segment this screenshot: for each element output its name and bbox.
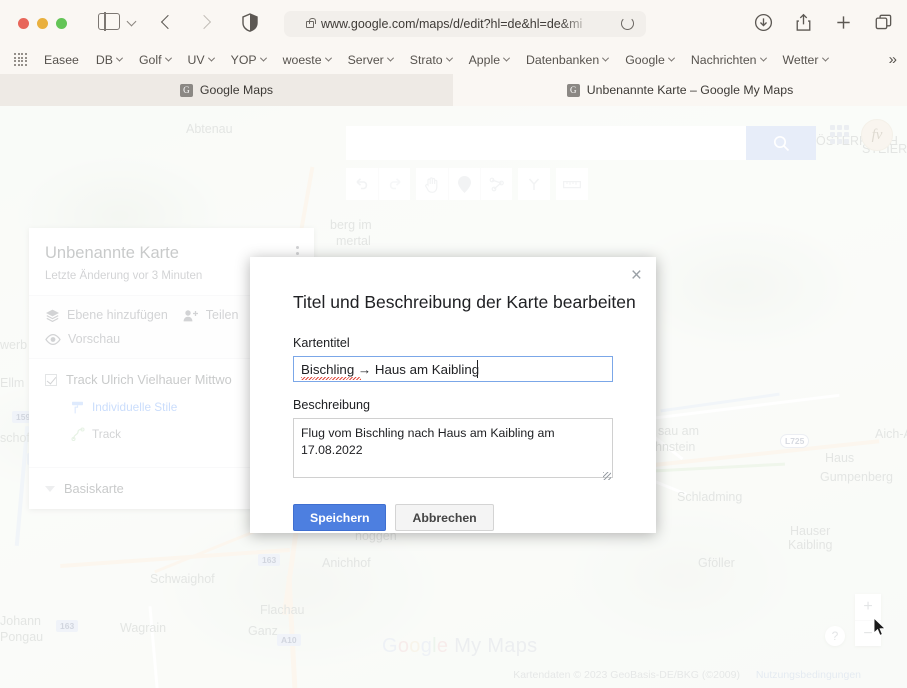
bookmarks-bar: Easee DB Golf UV YOP woeste Server Strat…: [0, 45, 907, 74]
bookmark-label: Wetter: [782, 52, 819, 67]
dialog-body: Kartentitel Beschreibung Speichern Abbre…: [250, 313, 656, 531]
favicon-icon: G: [566, 83, 580, 97]
bookmark-label: Datenbanken: [526, 52, 600, 67]
new-tab-icon[interactable]: [834, 13, 853, 32]
back-arrow-icon[interactable]: [160, 14, 176, 30]
chevron-down-icon: [445, 54, 453, 62]
map-title-input-wrap: [293, 356, 613, 382]
tab-overview-icon[interactable]: [874, 13, 893, 32]
bookmark-label: UV: [187, 52, 205, 67]
minimize-window-button[interactable]: [37, 18, 48, 29]
apps-grid-icon[interactable]: [14, 53, 27, 66]
description-textarea-wrap: [293, 418, 613, 483]
bookmark-label: Google: [625, 52, 665, 67]
window-controls[interactable]: [18, 18, 67, 29]
bookmark-label: Strato: [409, 52, 443, 67]
bookmark-label: woeste: [282, 52, 322, 67]
bookmark-label: DB: [95, 52, 113, 67]
resize-grip-icon[interactable]: [603, 472, 611, 480]
address-bar[interactable]: www.google.com/maps/d/edit?hl=de&hl=de&m…: [284, 11, 646, 37]
cancel-button[interactable]: Abbrechen: [395, 504, 494, 531]
tab-google-maps[interactable]: G Google Maps: [0, 74, 453, 106]
tab-my-maps[interactable]: G Unbenannte Karte – Google My Maps: [453, 74, 907, 106]
share-icon[interactable]: [794, 13, 813, 32]
mouse-cursor: [873, 617, 887, 637]
text-caret: [477, 360, 478, 378]
browser-window: www.google.com/maps/d/edit?hl=de&hl=de&m…: [0, 0, 907, 688]
chevron-down-icon: [667, 54, 675, 62]
maximize-window-button[interactable]: [56, 18, 67, 29]
close-window-button[interactable]: [18, 18, 29, 29]
bookmark-label: YOP: [230, 52, 257, 67]
bookmark-label: Golf: [138, 52, 162, 67]
description-label: Beschreibung: [293, 398, 371, 412]
chevron-down-icon: [207, 54, 215, 62]
description-textarea[interactable]: [293, 418, 613, 478]
bookmark-yop[interactable]: YOP: [230, 52, 267, 67]
save-button[interactable]: Speichern: [293, 504, 387, 531]
chevron-down-icon[interactable]: [126, 16, 137, 27]
forward-arrow-icon[interactable]: [196, 14, 212, 30]
privacy-shield-icon[interactable]: [242, 13, 258, 32]
bookmark-label: Nachrichten: [690, 52, 757, 67]
browser-toolbar: www.google.com/maps/d/edit?hl=de&hl=de&m…: [0, 0, 907, 45]
chevron-down-icon: [759, 54, 767, 62]
chevron-down-icon: [602, 54, 610, 62]
spellcheck-underline: [301, 377, 361, 380]
bookmark-strato[interactable]: Strato: [409, 52, 453, 67]
bookmark-label: Easee: [44, 52, 79, 67]
browser-chrome: www.google.com/maps/d/edit?hl=de&hl=de&m…: [0, 0, 907, 74]
chevron-down-icon: [503, 54, 511, 62]
bookmark-server[interactable]: Server: [347, 52, 394, 67]
chevron-down-icon: [324, 54, 332, 62]
bookmark-label: Apple: [468, 52, 501, 67]
chevron-down-icon: [164, 54, 172, 62]
tab-bar: G Google Maps G Unbenannte Karte – Googl…: [0, 74, 907, 106]
bookmark-apple[interactable]: Apple: [468, 52, 511, 67]
toolbar-right-icons: [754, 13, 893, 32]
bookmark-wetter[interactable]: Wetter: [782, 52, 829, 67]
bookmark-google[interactable]: Google: [625, 52, 675, 67]
bookmarks-overflow-icon[interactable]: »: [889, 51, 897, 68]
bookmark-golf[interactable]: Golf: [138, 52, 172, 67]
bookmark-woeste[interactable]: woeste: [282, 52, 332, 67]
bookmark-uv[interactable]: UV: [187, 52, 215, 67]
bookmark-datenbanken[interactable]: Datenbanken: [526, 52, 610, 67]
chevron-down-icon: [821, 54, 829, 62]
dialog-title: Titel und Beschreibung der Karte bearbei…: [293, 292, 636, 312]
bookmark-easee[interactable]: Easee: [44, 53, 79, 67]
chevron-down-icon: [259, 54, 267, 62]
tab-label: Google Maps: [199, 83, 274, 97]
download-icon[interactable]: [754, 13, 773, 32]
edit-map-title-dialog: × Titel und Beschreibung der Karte bearb…: [250, 257, 656, 533]
chevron-down-icon: [115, 54, 124, 62]
map-title-label: Kartentitel: [293, 336, 350, 350]
bookmark-db[interactable]: DB: [95, 52, 124, 67]
lock-icon: [306, 17, 316, 28]
close-icon[interactable]: ×: [631, 266, 642, 285]
sidebar-toggle-icon[interactable]: [98, 12, 120, 31]
dialog-buttons: Speichern Abbrechen: [293, 504, 613, 531]
bookmark-nachrichten[interactable]: Nachrichten: [690, 52, 767, 67]
url-text: www.google.com/maps/d/edit?hl=de&hl=de&m…: [321, 17, 583, 31]
favicon-icon: G: [179, 83, 193, 97]
tab-label: Unbenannte Karte – Google My Maps: [586, 83, 794, 97]
reload-icon[interactable]: [621, 17, 634, 30]
chevron-down-icon: [386, 54, 394, 62]
bookmark-label: Server: [347, 52, 384, 67]
